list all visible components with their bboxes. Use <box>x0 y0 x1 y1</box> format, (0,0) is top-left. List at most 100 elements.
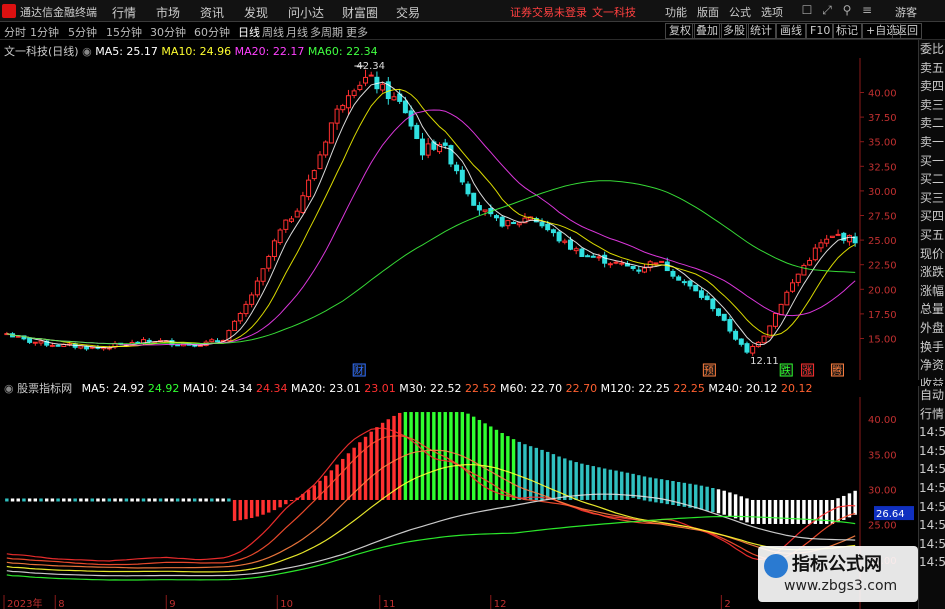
chat-icon[interactable]: ☐ <box>800 3 814 17</box>
quote-panel-label[interactable]: 卖四 <box>919 77 945 96</box>
candle-body <box>49 344 55 347</box>
tick-panel-label[interactable]: 14:50 <box>919 442 945 461</box>
indicator-bar <box>699 485 704 510</box>
restore-rights-button[interactable]: 复权 <box>665 23 695 39</box>
tick-panel-label[interactable]: 14:50 <box>919 479 945 498</box>
indicator-bar <box>267 499 271 513</box>
indicator-title[interactable]: 股票指标网 <box>17 382 72 395</box>
quote-panel-label[interactable]: 涨幅 <box>919 282 945 301</box>
period-1min[interactable]: 1分钟 <box>30 24 59 40</box>
quote-panel-label[interactable]: 净资 <box>919 356 945 375</box>
candle-body <box>619 262 625 265</box>
tick-panel-label[interactable]: 14:50 <box>919 460 945 479</box>
quote-panel-label[interactable]: 买四 <box>919 207 945 226</box>
tick-panel-label[interactable]: 14:50 <box>919 498 945 517</box>
quote-panel-label[interactable]: 外盘 <box>919 319 945 338</box>
statistics-button[interactable]: 统计 <box>746 23 776 39</box>
menu-item-layout[interactable]: 版面 <box>697 4 719 20</box>
quote-panel-label[interactable]: 卖一 <box>919 133 945 152</box>
price-axis-label: 30.00 <box>868 187 897 198</box>
indicator-bar <box>170 498 174 502</box>
period-tick[interactable]: 分时 <box>4 24 26 40</box>
menu-item-market[interactable]: 市场 <box>156 4 180 21</box>
candle-body <box>78 345 84 349</box>
indicator-axis-label: 30.00 <box>868 485 897 496</box>
menu-icon[interactable]: ≡ <box>860 3 874 17</box>
candle-body <box>516 222 522 226</box>
indicator-bar <box>807 499 812 524</box>
menu-item-assistant[interactable]: 问小达 <box>288 4 324 21</box>
sub-legend-ma10: MA10: 24.34 <box>182 382 253 395</box>
quote-panel-label[interactable]: 总量 <box>919 300 945 319</box>
quote-panel-label[interactable]: 涨跌 <box>919 263 945 282</box>
tick-panel-label[interactable]: 自动 <box>919 386 945 405</box>
chart-title[interactable]: 文一科技(日线) <box>4 45 79 58</box>
indicator-bar <box>164 498 168 502</box>
candle-body <box>402 100 408 114</box>
indicator-bar <box>22 498 26 502</box>
indicator-bar <box>289 499 294 502</box>
quote-panel-label[interactable]: 卖五 <box>919 59 945 78</box>
multi-stock-button[interactable]: 多股 <box>719 23 749 39</box>
tick-panel-label[interactable]: 14:50 <box>919 553 945 572</box>
mark-button[interactable]: 标记 <box>832 23 862 39</box>
quote-panel-label[interactable]: 卖二 <box>919 114 945 133</box>
search-icon[interactable]: ⚲ <box>840 3 854 17</box>
back-button[interactable]: 返回 <box>892 23 922 39</box>
guest-label[interactable]: 游客 <box>895 4 917 20</box>
period-daily[interactable]: 日线 <box>238 24 260 40</box>
quote-panel-label[interactable]: 换手 <box>919 338 945 357</box>
candle-body <box>476 205 482 211</box>
candle-body <box>38 340 44 344</box>
period-15min[interactable]: 15分钟 <box>106 24 142 40</box>
menu-item-quotes[interactable]: 行情 <box>112 4 136 21</box>
time-axis-label: 10 <box>280 599 293 609</box>
overlay-button[interactable]: 叠加 <box>692 23 722 39</box>
f10-button[interactable]: F10 <box>806 23 835 39</box>
period-monthly[interactable]: 月线 <box>286 24 308 40</box>
indicator-bar <box>261 499 265 515</box>
indicator-bar <box>363 436 368 500</box>
settings-dot-icon[interactable]: ◉ <box>82 45 95 58</box>
indicator-bar <box>16 498 20 502</box>
indicator-bar <box>204 498 208 502</box>
menu-item-discover[interactable]: 发现 <box>244 4 268 21</box>
candle-body <box>642 267 647 273</box>
quote-panel-label[interactable]: 现价 <box>919 245 945 264</box>
period-multi[interactable]: 多周期 <box>310 24 343 40</box>
menu-item-trade[interactable]: 交易 <box>396 4 420 21</box>
candle-body <box>613 261 619 264</box>
menu-item-news[interactable]: 资讯 <box>200 4 224 21</box>
indicator-bar <box>187 498 191 502</box>
quote-panel-label[interactable]: 买五 <box>919 226 945 245</box>
tick-panel-label[interactable]: 14:50 <box>919 535 945 554</box>
login-notice[interactable]: 证券交易未登录 <box>510 4 587 20</box>
quote-panel-label[interactable]: 买三 <box>919 189 945 208</box>
quote-panel-label[interactable]: 买二 <box>919 170 945 189</box>
candle-body <box>590 255 596 258</box>
indicator-bar <box>136 498 140 502</box>
period-60min[interactable]: 60分钟 <box>194 24 230 40</box>
period-30min[interactable]: 30分钟 <box>150 24 186 40</box>
indicator-bar <box>494 429 499 500</box>
candle-body <box>761 335 767 344</box>
quote-panel-label[interactable]: 委比 <box>919 40 945 59</box>
menu-item-community[interactable]: 财富圈 <box>342 4 378 21</box>
tick-panel-label[interactable]: 行情 <box>919 405 945 424</box>
quote-panel-label[interactable]: 卖三 <box>919 96 945 115</box>
tick-panel-label[interactable]: 14:50 <box>919 516 945 535</box>
indicator-bar <box>432 412 436 500</box>
main-kline-chart[interactable]: 40.00 37.50 35.00 32.50 30.00 27.50 25.00 22.50… <box>0 58 918 380</box>
menu-item-formula[interactable]: 公式 <box>729 4 751 20</box>
period-5min[interactable]: 5分钟 <box>68 24 97 40</box>
settings-dot-icon[interactable]: ◉ <box>4 382 17 395</box>
period-weekly[interactable]: 周线 <box>262 24 284 40</box>
quote-panel-label[interactable]: 买一 <box>919 152 945 171</box>
tick-panel-label[interactable]: 14:50 <box>919 423 945 442</box>
indicator-bar <box>272 499 277 511</box>
period-more[interactable]: 更多 <box>346 24 368 40</box>
fullscreen-icon[interactable]: ⤢ <box>820 3 834 17</box>
draw-line-button[interactable]: 画线 <box>776 23 806 39</box>
menu-item-function[interactable]: 功能 <box>665 4 687 20</box>
menu-item-options[interactable]: 选项 <box>761 4 783 20</box>
